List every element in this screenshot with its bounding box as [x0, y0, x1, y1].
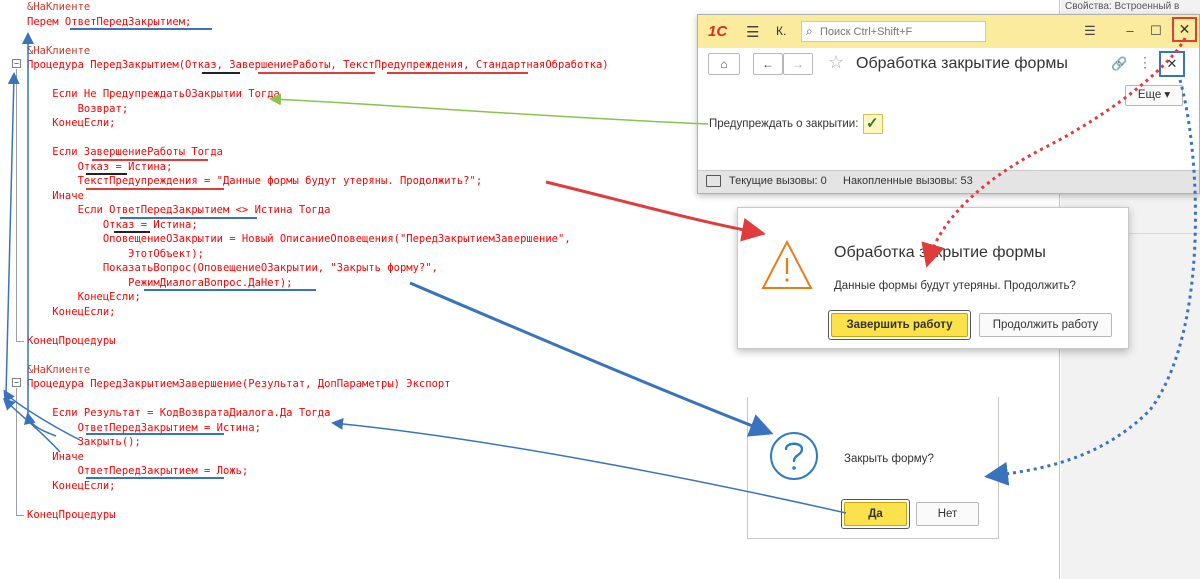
- close-form-button[interactable]: ✕: [1159, 51, 1185, 77]
- code-line: РежимДиалогаВопрос.ДаНет);: [27, 276, 293, 289]
- fold-guide-end-1: [16, 341, 24, 342]
- logo-1c: 1С: [708, 23, 728, 40]
- form-toolbar: ⌂ ← → ☆ Обработка закрытие формы 🔗 ⋮ ✕: [698, 48, 1199, 86]
- code-line: Иначе: [27, 450, 84, 463]
- warn-on-close-label: Предупреждать о закрытии:: [709, 118, 859, 130]
- code-line: ЭтотОбъект);: [27, 247, 205, 260]
- exit-warning-dialog: Обработка закрытие формы Данные формы бу…: [737, 207, 1129, 349]
- code-line: Закрыть();: [27, 436, 141, 448]
- code-line: Возврат;: [27, 102, 129, 115]
- code-line: &НаКлиенте: [27, 1, 91, 13]
- favorite-star-icon[interactable]: ☆: [828, 52, 844, 73]
- code-line: Процедура ПередЗакрытиемЗавершение(Резул…: [27, 378, 451, 390]
- home-icon: ⌂: [720, 57, 728, 71]
- collapse-toggle-procedure-2[interactable]: −: [12, 378, 21, 387]
- arrow-left-icon: ←: [762, 57, 774, 71]
- code-line: КонецЕсли;: [27, 479, 116, 492]
- close-question-dialog: Закрыть форму? Да Нет: [747, 397, 999, 539]
- code-line: ОтветПередЗакрытием = Ложь;: [27, 465, 249, 477]
- global-search[interactable]: ⌕: [801, 21, 986, 42]
- code-line: &НаКлиенте: [27, 44, 91, 57]
- code-line: &НаКлиенте: [27, 363, 91, 376]
- code-line: ОповещениеОЗакрытии = Новый ОписаниеОпов…: [27, 233, 571, 245]
- code-line: КонецЕсли;: [27, 305, 116, 318]
- window-tab-short[interactable]: К.: [776, 24, 786, 38]
- code-line: ОтветПередЗакрытием = Истина;: [27, 421, 261, 434]
- search-icon: ⌕: [806, 24, 813, 38]
- more-button[interactable]: Еще ▾: [1125, 85, 1183, 106]
- code-line: Если Не ПредупреждатьОЗакрытии Тогда: [27, 88, 280, 100]
- fold-guide-2: [16, 388, 17, 515]
- arrow-right-icon: →: [792, 57, 804, 71]
- fold-guide-1: [16, 69, 17, 341]
- fold-guide-end-2: [16, 515, 24, 516]
- link-icon[interactable]: 🔗: [1111, 56, 1127, 72]
- code-line: Отказ = Истина;: [27, 218, 198, 231]
- code-line: Если Результат = КодВозвратаДиалога.Да Т…: [27, 407, 331, 419]
- functions-menu-icon[interactable]: ☰: [1078, 20, 1102, 42]
- exit-dialog-title: Обработка закрытие формы: [834, 244, 1046, 261]
- maximize-icon[interactable]: ☐: [1144, 20, 1168, 42]
- code-line: КонецПроцедуры: [27, 334, 116, 347]
- question-icon: [770, 432, 818, 480]
- code-line: КонецПроцедуры: [27, 508, 116, 521]
- search-input[interactable]: [820, 22, 980, 41]
- properties-panel-title: Свойства: Встроенный в: [1065, 1, 1180, 12]
- close-app-button[interactable]: ✕: [1172, 17, 1197, 42]
- code-line: Иначе: [27, 189, 84, 202]
- question-dialog-message: Закрыть форму?: [844, 453, 934, 465]
- status-bar: Текущие вызовы: 0 Накопленные вызовы: 53: [698, 170, 1199, 193]
- code-line: ТекстПредупреждения = "Данные формы буду…: [27, 175, 483, 187]
- minimize-icon[interactable]: –: [1118, 20, 1142, 42]
- exit-dialog-message: Данные формы будут утеряны. Продолжить?: [834, 280, 1076, 292]
- code-line: КонецЕсли;: [27, 291, 141, 303]
- warn-on-close-checkbox[interactable]: [863, 114, 883, 134]
- main-menu-icon[interactable]: ☰: [746, 23, 759, 41]
- code-line: Процедура ПередЗакрытием(Отказ, Завершен…: [27, 59, 609, 71]
- code-line: Если ЗавершениеРаботы Тогда: [27, 146, 223, 158]
- no-button[interactable]: Нет: [916, 502, 979, 526]
- code-line: КонецЕсли;: [27, 117, 116, 129]
- status-accumulated-calls: Накопленные вызовы: 53: [843, 175, 973, 187]
- monitor-icon: [706, 175, 721, 187]
- code-line: Перем ОтветПередЗакрытием;: [27, 15, 192, 28]
- code-line: Если ОтветПередЗакрытием <> Истина Тогда: [27, 204, 331, 216]
- forward-button[interactable]: →: [783, 53, 813, 75]
- code-line: ПоказатьВопрос(ОповещениеОЗакрытии, "Зак…: [27, 262, 438, 274]
- collapse-toggle-procedure-1[interactable]: −: [12, 59, 21, 68]
- yes-button[interactable]: Да: [844, 502, 907, 526]
- code-line: Отказ = Истина;: [27, 160, 173, 173]
- status-current-calls: Текущие вызовы: 0: [729, 175, 827, 187]
- more-options-icon[interactable]: ⋮: [1138, 54, 1152, 71]
- back-button[interactable]: ←: [753, 53, 783, 75]
- app-window: 1С ☰ К. ⌕ ☰ – ☐ ✕ ⌂ ← → ☆ Обработка закр…: [697, 14, 1200, 194]
- form-title: Обработка закрытие формы: [856, 55, 1068, 72]
- finish-work-button[interactable]: Завершить работу: [831, 313, 968, 337]
- home-button[interactable]: ⌂: [708, 53, 740, 75]
- app-titlebar: 1С ☰ К. ⌕ ☰ – ☐ ✕: [698, 15, 1199, 48]
- warning-icon: [761, 239, 813, 289]
- continue-work-button[interactable]: Продолжить работу: [979, 313, 1112, 337]
